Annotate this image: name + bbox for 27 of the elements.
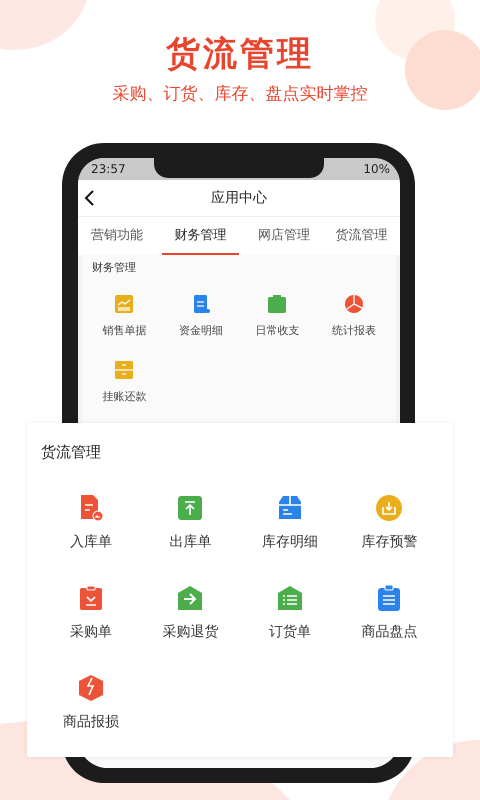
app-shortcut[interactable]: 入库单 [41, 493, 140, 555]
app-shortcut[interactable]: 出库单 [140, 493, 240, 555]
banner-subtitle: 采购、订货、库存、盘点实时掌控 [112, 83, 368, 105]
drawer-icon [113, 359, 136, 381]
banner-title: 货流管理 [166, 33, 314, 75]
battery-level: 10% [363, 162, 390, 176]
app-shortcut[interactable]: 采购单 [41, 583, 140, 645]
app-shortcut[interactable]: 销售单据 [86, 293, 162, 349]
inbox-icon [374, 493, 404, 523]
back-icon[interactable] [84, 190, 96, 206]
wallet-icon [266, 293, 288, 315]
section-title: 财务管理 [92, 260, 137, 275]
app-shortcut[interactable]: 挂账还款 [86, 359, 162, 415]
app-shortcut[interactable]: 统计报表 [316, 293, 392, 349]
app-shortcut[interactable]: 商品报损 [41, 673, 140, 735]
app-shortcut[interactable]: 库存预警 [340, 493, 439, 555]
pie-chart-icon [342, 293, 365, 315]
chart-icon [113, 293, 136, 315]
app-shortcut[interactable]: 订货单 [240, 583, 340, 645]
app-shortcut[interactable]: 采购退货 [140, 583, 240, 645]
app-shortcut[interactable]: 库存明细 [240, 493, 340, 555]
app-shortcut[interactable]: 资金明细 [162, 293, 239, 349]
app-shortcut[interactable]: 商品盘点 [340, 583, 439, 645]
page-title: 应用中心 [211, 189, 267, 207]
app-shortcut[interactable]: 日常收支 [239, 293, 316, 349]
card-title: 货流管理 [41, 443, 102, 462]
status-time: 23:57 [91, 162, 126, 176]
